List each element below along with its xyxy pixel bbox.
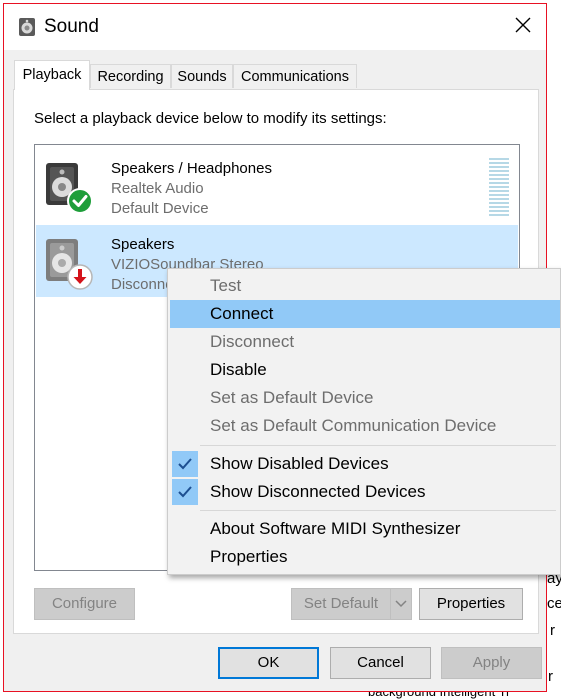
menu-item-label: Set as Default Communication Device: [210, 416, 497, 435]
device-item[interactable]: Speakers / Headphones Realtek Audio Defa…: [36, 149, 518, 221]
checkmark-icon: [172, 479, 198, 505]
chevron-down-icon: [395, 595, 407, 612]
device-name: Speakers / Headphones: [111, 160, 272, 177]
cancel-button[interactable]: Cancel: [330, 647, 431, 679]
menu-item-about-midi[interactable]: About Software MIDI Synthesizer: [170, 515, 560, 543]
menu-separator: [200, 510, 556, 511]
speaker-device-icon: [44, 157, 96, 217]
menu-separator: [200, 445, 556, 446]
background-text: r: [550, 622, 555, 639]
menu-item-label: Show Disconnected Devices: [210, 482, 426, 501]
menu-item-label: About Software MIDI Synthesizer: [210, 519, 461, 538]
device-status: Default Device: [111, 200, 209, 217]
menu-item-disconnect[interactable]: Disconnect: [170, 328, 560, 356]
ok-button[interactable]: OK: [218, 647, 319, 679]
context-menu: Test Connect Disconnect Disable Set as D…: [167, 268, 561, 575]
tab-playback[interactable]: Playback: [14, 60, 90, 90]
window-title: Sound: [44, 16, 99, 37]
background-text: ce: [547, 595, 561, 612]
tab-recording[interactable]: Recording: [90, 64, 171, 88]
speaker-device-icon: [44, 233, 96, 293]
device-status: Disconne: [111, 276, 174, 293]
menu-item-set-default-device[interactable]: Set as Default Device: [170, 384, 560, 412]
instruction-text: Select a playback device below to modify…: [34, 110, 387, 127]
set-default-button[interactable]: Set Default: [291, 588, 391, 620]
menu-item-label: Show Disabled Devices: [210, 454, 389, 473]
menu-item-test[interactable]: Test: [170, 272, 560, 300]
title-bar[interactable]: Sound: [4, 4, 546, 50]
device-driver: Realtek Audio: [111, 180, 204, 197]
close-icon: [515, 17, 531, 38]
volume-meter: [489, 158, 509, 216]
speaker-icon: [18, 17, 36, 37]
checkmark-icon: [172, 451, 198, 477]
configure-button[interactable]: Configure: [34, 588, 135, 620]
menu-item-label: Connect: [210, 304, 274, 323]
menu-item-show-disconnected[interactable]: Show Disconnected Devices: [170, 478, 560, 506]
properties-button[interactable]: Properties: [419, 588, 523, 620]
background-text: r: [548, 668, 553, 685]
device-name: Speakers: [111, 236, 175, 253]
menu-item-label: Set as Default Device: [210, 388, 374, 407]
menu-item-connect[interactable]: Connect: [170, 300, 560, 328]
menu-item-properties[interactable]: Properties: [170, 543, 560, 571]
menu-item-label: Test: [210, 276, 242, 295]
menu-item-label: Disconnect: [210, 332, 295, 351]
menu-item-label: Disable: [210, 360, 267, 379]
menu-item-set-default-communication[interactable]: Set as Default Communication Device: [170, 412, 560, 440]
menu-item-label: Properties: [210, 547, 288, 566]
menu-item-show-disabled[interactable]: Show Disabled Devices: [170, 450, 560, 478]
tab-communications[interactable]: Communications: [233, 64, 357, 88]
set-default-dropdown[interactable]: [390, 588, 412, 620]
menu-item-disable[interactable]: Disable: [170, 356, 560, 384]
apply-button[interactable]: Apply: [441, 647, 542, 679]
tab-sounds[interactable]: Sounds: [171, 64, 233, 88]
close-button[interactable]: [502, 10, 544, 44]
